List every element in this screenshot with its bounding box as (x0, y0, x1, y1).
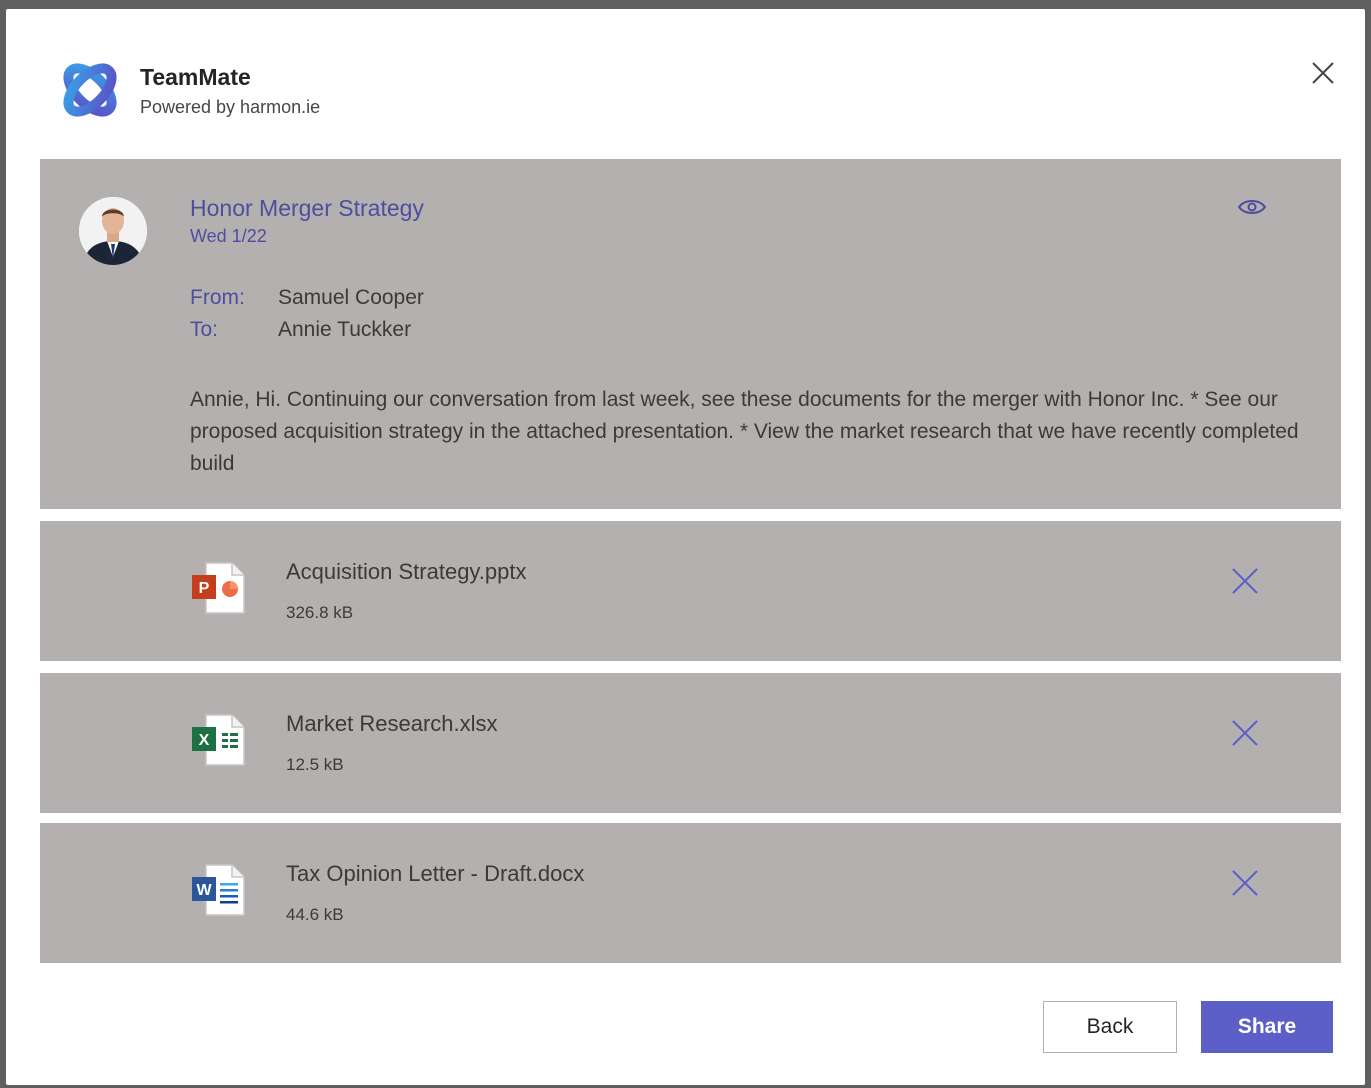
email-body: Annie, Hi. Continuing our conversation f… (190, 388, 1299, 475)
from-label: From: (190, 286, 245, 309)
close-icon[interactable] (1310, 60, 1336, 86)
attachment-name: Acquisition Strategy.pptx (286, 559, 527, 584)
attachment-item: P Acquisition Strategy.pptx 326.8 kB (40, 521, 1341, 661)
svg-text:W: W (196, 882, 212, 899)
back-button[interactable]: Back (1043, 1001, 1177, 1053)
to-value: Annie Tuckker (278, 318, 412, 341)
excel-file-icon: X (192, 714, 245, 766)
share-button[interactable]: Share (1201, 1001, 1333, 1053)
powerpoint-file-icon: P (192, 562, 245, 614)
teammate-logo-icon (63, 63, 117, 117)
svg-text:X: X (199, 732, 210, 749)
attachment-name: Market Research.xlsx (286, 711, 498, 736)
remove-attachment-icon[interactable] (1230, 868, 1260, 898)
dialog-header: TeamMate Powered by harmon.ie (6, 9, 1365, 159)
email-subject-link[interactable]: Honor Merger Strategy (190, 195, 424, 222)
attachment-item: X Market Research.xlsx 12.5 kB (40, 673, 1341, 813)
app-name: TeamMate (140, 64, 251, 90)
attachment-size: 12.5 kB (286, 755, 344, 774)
attachment-name: Tax Opinion Letter - Draft.docx (286, 861, 585, 886)
svg-text:P: P (199, 580, 210, 597)
eye-icon[interactable] (1237, 197, 1267, 217)
email-card: Honor Merger Strategy Wed 1/22 From: Sam… (40, 159, 1341, 509)
to-label: To: (190, 318, 219, 341)
attachment-size: 326.8 kB (286, 603, 354, 622)
remove-attachment-icon[interactable] (1230, 566, 1260, 596)
from-value: Samuel Cooper (278, 286, 424, 309)
share-dialog: TeamMate Powered by harmon.ie Honor Merg… (6, 9, 1365, 1085)
word-file-icon: W (192, 864, 245, 916)
app-subtitle: Powered by harmon.ie (140, 97, 321, 117)
attachment-size: 44.6 kB (286, 905, 344, 924)
email-date: Wed 1/22 (190, 226, 267, 246)
remove-attachment-icon[interactable] (1230, 718, 1260, 748)
avatar (79, 197, 147, 265)
attachment-item: W Tax Opinion Letter - Draft.docx 44.6 k… (40, 823, 1341, 963)
